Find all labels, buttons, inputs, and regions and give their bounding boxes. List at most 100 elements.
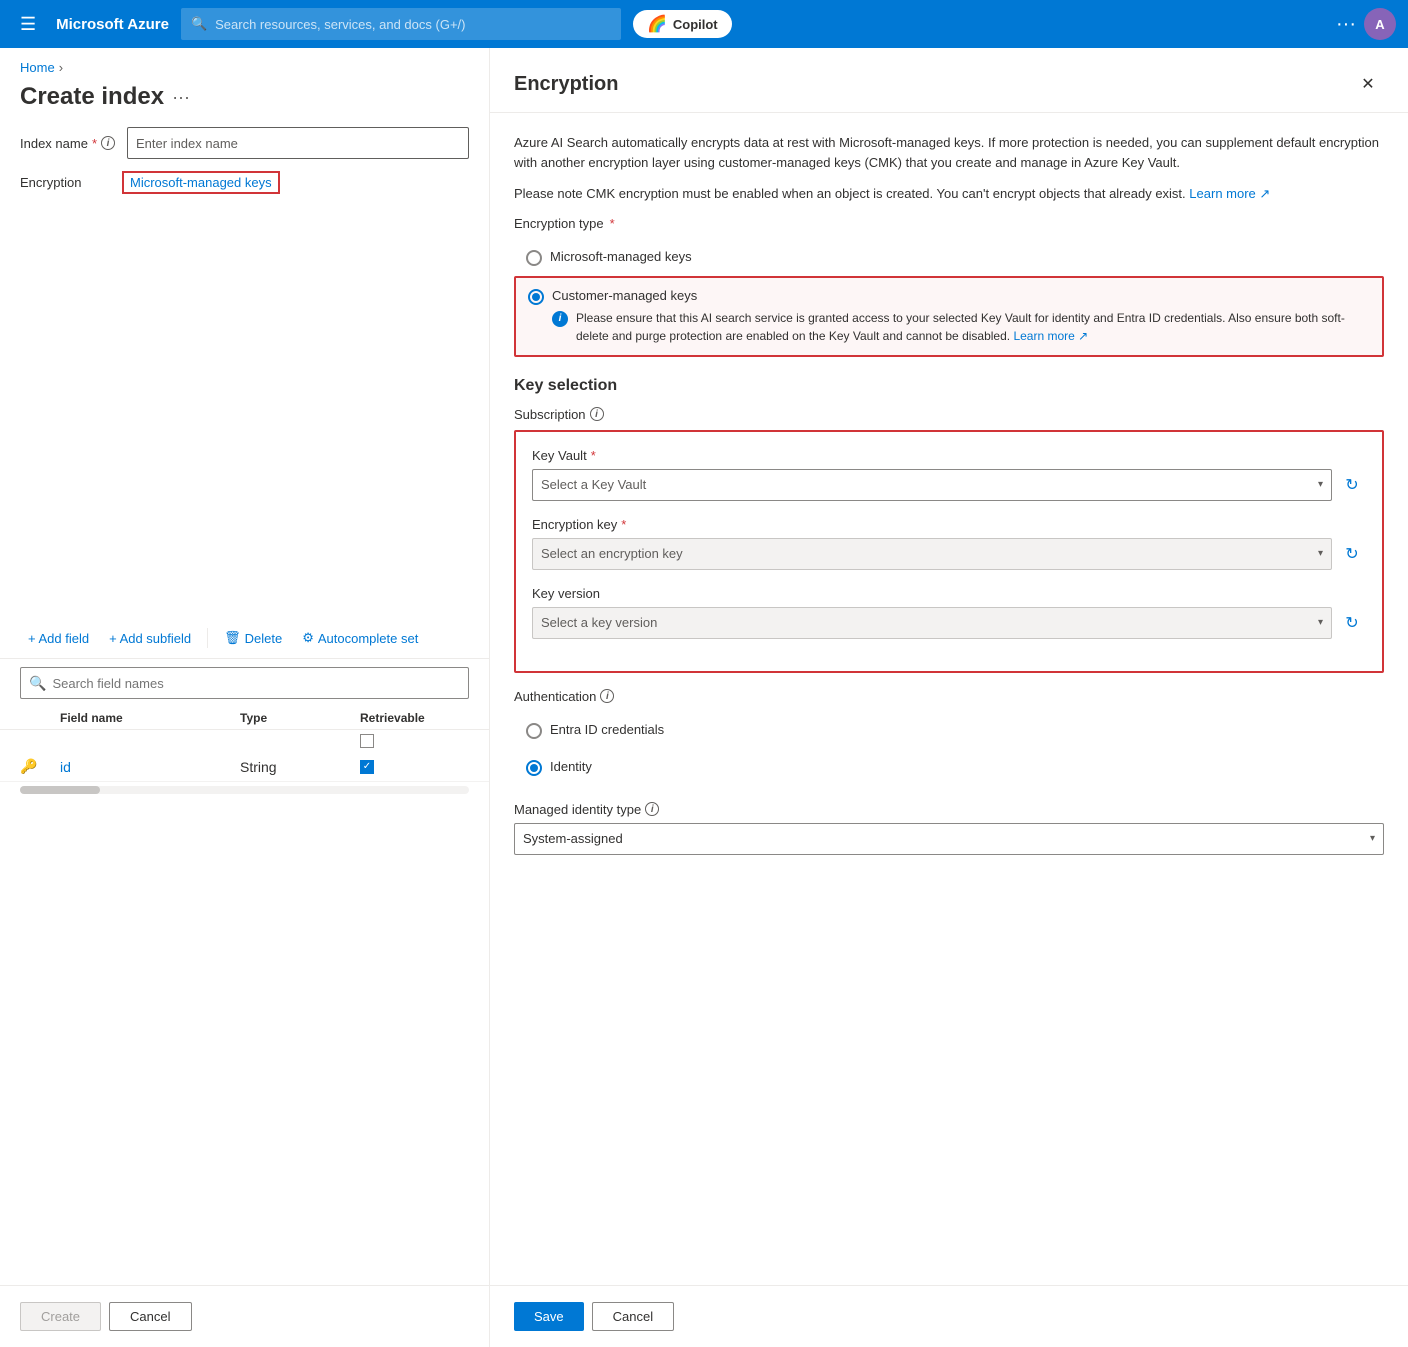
intro-text-2: Please note CMK encryption must be enabl… [514, 184, 1384, 204]
required-star: * [591, 448, 596, 463]
encryption-link[interactable]: Microsoft-managed keys [122, 171, 280, 194]
info-icon[interactable]: i [101, 136, 115, 150]
key-vault-refresh-button[interactable]: ↻ [1338, 471, 1366, 499]
intro-text-1: Azure AI Search automatically encrypts d… [514, 133, 1384, 172]
chevron-down-icon: ▾ [1370, 833, 1375, 844]
encryption-key-refresh-button[interactable]: ↻ [1338, 540, 1366, 568]
radio-label-customer: Customer-managed keys [552, 288, 1370, 303]
radio-btn-customer[interactable] [528, 289, 544, 305]
key-version-dropdown-container: Select a key version ▾ ↻ [532, 607, 1366, 639]
breadcrumb-home[interactable]: Home [20, 60, 55, 75]
autocomplete-button[interactable]: ⚙ Autocomplete set [294, 626, 426, 650]
top-navigation: ☰ Microsoft Azure 🔍 🌈 Copilot ··· A [0, 0, 1408, 48]
brand-name: Microsoft Azure [56, 16, 169, 33]
delete-button[interactable]: 🗑 Delete [216, 626, 290, 650]
horizontal-scrollbar[interactable] [0, 786, 489, 794]
info-circle-icon: i [552, 311, 568, 327]
authentication-label: Authentication i [514, 689, 1384, 704]
radio-microsoft-managed[interactable]: Microsoft-managed keys [514, 239, 1384, 276]
encryption-key-dropdown[interactable]: Select an encryption key ▾ [532, 538, 1332, 570]
index-name-label: Index name * i [20, 136, 115, 151]
encryption-key-field: Encryption key * Select an encryption ke… [532, 517, 1366, 570]
panel-footer: Save Cancel [490, 1285, 1408, 1347]
more-options-icon[interactable]: ··· [1336, 13, 1356, 36]
radio-btn-microsoft[interactable] [526, 250, 542, 266]
table-header: Field name Type Retrievable [0, 707, 489, 730]
field-toolbar: + Add field + Add subfield 🗑 Delete ⚙ Au… [0, 618, 489, 659]
radio-identity[interactable]: Identity [514, 749, 1384, 786]
encryption-row: Encryption Microsoft-managed keys [20, 171, 469, 194]
chevron-down-icon: ▾ [1318, 479, 1323, 490]
learn-more-link-1[interactable]: Learn more ↗ [1189, 186, 1270, 201]
key-selection-title: Key selection [514, 377, 1384, 395]
key-vault-placeholder: Select a Key Vault [541, 477, 646, 492]
encryption-key-dropdown-container: Select an encryption key ▾ ↻ [532, 538, 1366, 570]
gear-icon: ⚙ [302, 630, 314, 646]
key-version-dropdown[interactable]: Select a key version ▾ [532, 607, 1332, 639]
index-name-row: Index name * i [20, 127, 469, 159]
encryption-key-label: Encryption key * [532, 517, 1366, 532]
breadcrumb-separator: › [59, 60, 63, 75]
radio-btn-identity[interactable] [526, 760, 542, 776]
retrievable-checkbox-header[interactable] [360, 734, 374, 748]
page-title-area: Create index ··· [0, 79, 489, 127]
main-layout: Home › Create index ··· Index name * i E… [0, 48, 1408, 1347]
scrollbar-thumb[interactable] [20, 786, 100, 794]
panel-title: Encryption [514, 73, 618, 96]
add-field-button[interactable]: + Add field [20, 627, 97, 650]
managed-identity-dropdown[interactable]: System-assigned ▾ [514, 823, 1384, 855]
subscription-info-icon[interactable]: i [590, 407, 604, 421]
customer-key-info-box: i Please ensure that this AI search serv… [552, 309, 1370, 345]
cancel-button[interactable]: Cancel [109, 1302, 191, 1331]
key-version-refresh-button[interactable]: ↻ [1338, 609, 1366, 637]
field-search-input[interactable] [52, 676, 460, 691]
managed-identity-value: System-assigned [523, 831, 623, 846]
copilot-button[interactable]: 🌈 Copilot [633, 10, 732, 38]
table-row: 🔑 id String ✓ [0, 752, 489, 782]
trash-icon: 🗑 [224, 630, 241, 646]
key-version-label: Key version [532, 586, 1366, 601]
radio-entra-id[interactable]: Entra ID credentials [514, 712, 1384, 749]
managed-identity-info-icon[interactable]: i [645, 802, 659, 816]
add-subfield-button[interactable]: + Add subfield [101, 627, 199, 650]
info-learn-more-link[interactable]: Learn more ↗ [1013, 329, 1088, 343]
encryption-label: Encryption [20, 175, 110, 190]
form-area: Index name * i Encryption Microsoft-mana… [0, 127, 489, 618]
required-star: * [621, 517, 626, 532]
key-version-placeholder: Select a key version [541, 615, 657, 630]
save-button[interactable]: Save [514, 1302, 584, 1331]
index-name-input[interactable] [127, 127, 469, 159]
search-icon: 🔍 [191, 16, 207, 32]
search-input[interactable] [215, 17, 611, 32]
radio-customer-managed[interactable]: Customer-managed keys i Please ensure th… [514, 276, 1384, 357]
hamburger-menu[interactable]: ☰ [12, 10, 44, 39]
managed-identity-section: Managed identity type i System-assigned … [514, 802, 1384, 855]
retrievable-checkbox[interactable]: ✓ [360, 760, 374, 774]
page-title-more[interactable]: ··· [172, 87, 190, 108]
panel-header: Encryption ✕ [490, 48, 1408, 113]
nav-right-actions: ··· A [1336, 8, 1396, 40]
search-icon: 🔍 [29, 675, 46, 692]
col-type: Type [240, 711, 360, 725]
left-footer: Create Cancel [0, 1285, 489, 1347]
radio-label-identity: Identity [550, 759, 592, 774]
close-button[interactable]: ✕ [1352, 68, 1384, 100]
create-button[interactable]: Create [20, 1302, 101, 1331]
radio-btn-entra[interactable] [526, 723, 542, 739]
copilot-icon: 🌈 [647, 14, 667, 34]
panel-cancel-button[interactable]: Cancel [592, 1302, 674, 1331]
required-star: * [610, 216, 615, 231]
key-version-field: Key version Select a key version ▾ ↻ [532, 586, 1366, 639]
avatar[interactable]: A [1364, 8, 1396, 40]
required-marker: * [92, 136, 97, 151]
authentication-info-icon[interactable]: i [600, 689, 614, 703]
radio-label-entra: Entra ID credentials [550, 722, 664, 737]
field-name-cell[interactable]: id [60, 759, 240, 775]
managed-identity-dropdown-container: System-assigned ▾ [514, 823, 1384, 855]
field-search-box[interactable]: 🔍 [20, 667, 469, 699]
key-vault-dropdown[interactable]: Select a Key Vault ▾ [532, 469, 1332, 501]
global-search[interactable]: 🔍 [181, 8, 621, 40]
breadcrumb: Home › [0, 48, 489, 79]
col-icon-spacer [20, 711, 60, 725]
radio-label-microsoft: Microsoft-managed keys [550, 249, 692, 264]
